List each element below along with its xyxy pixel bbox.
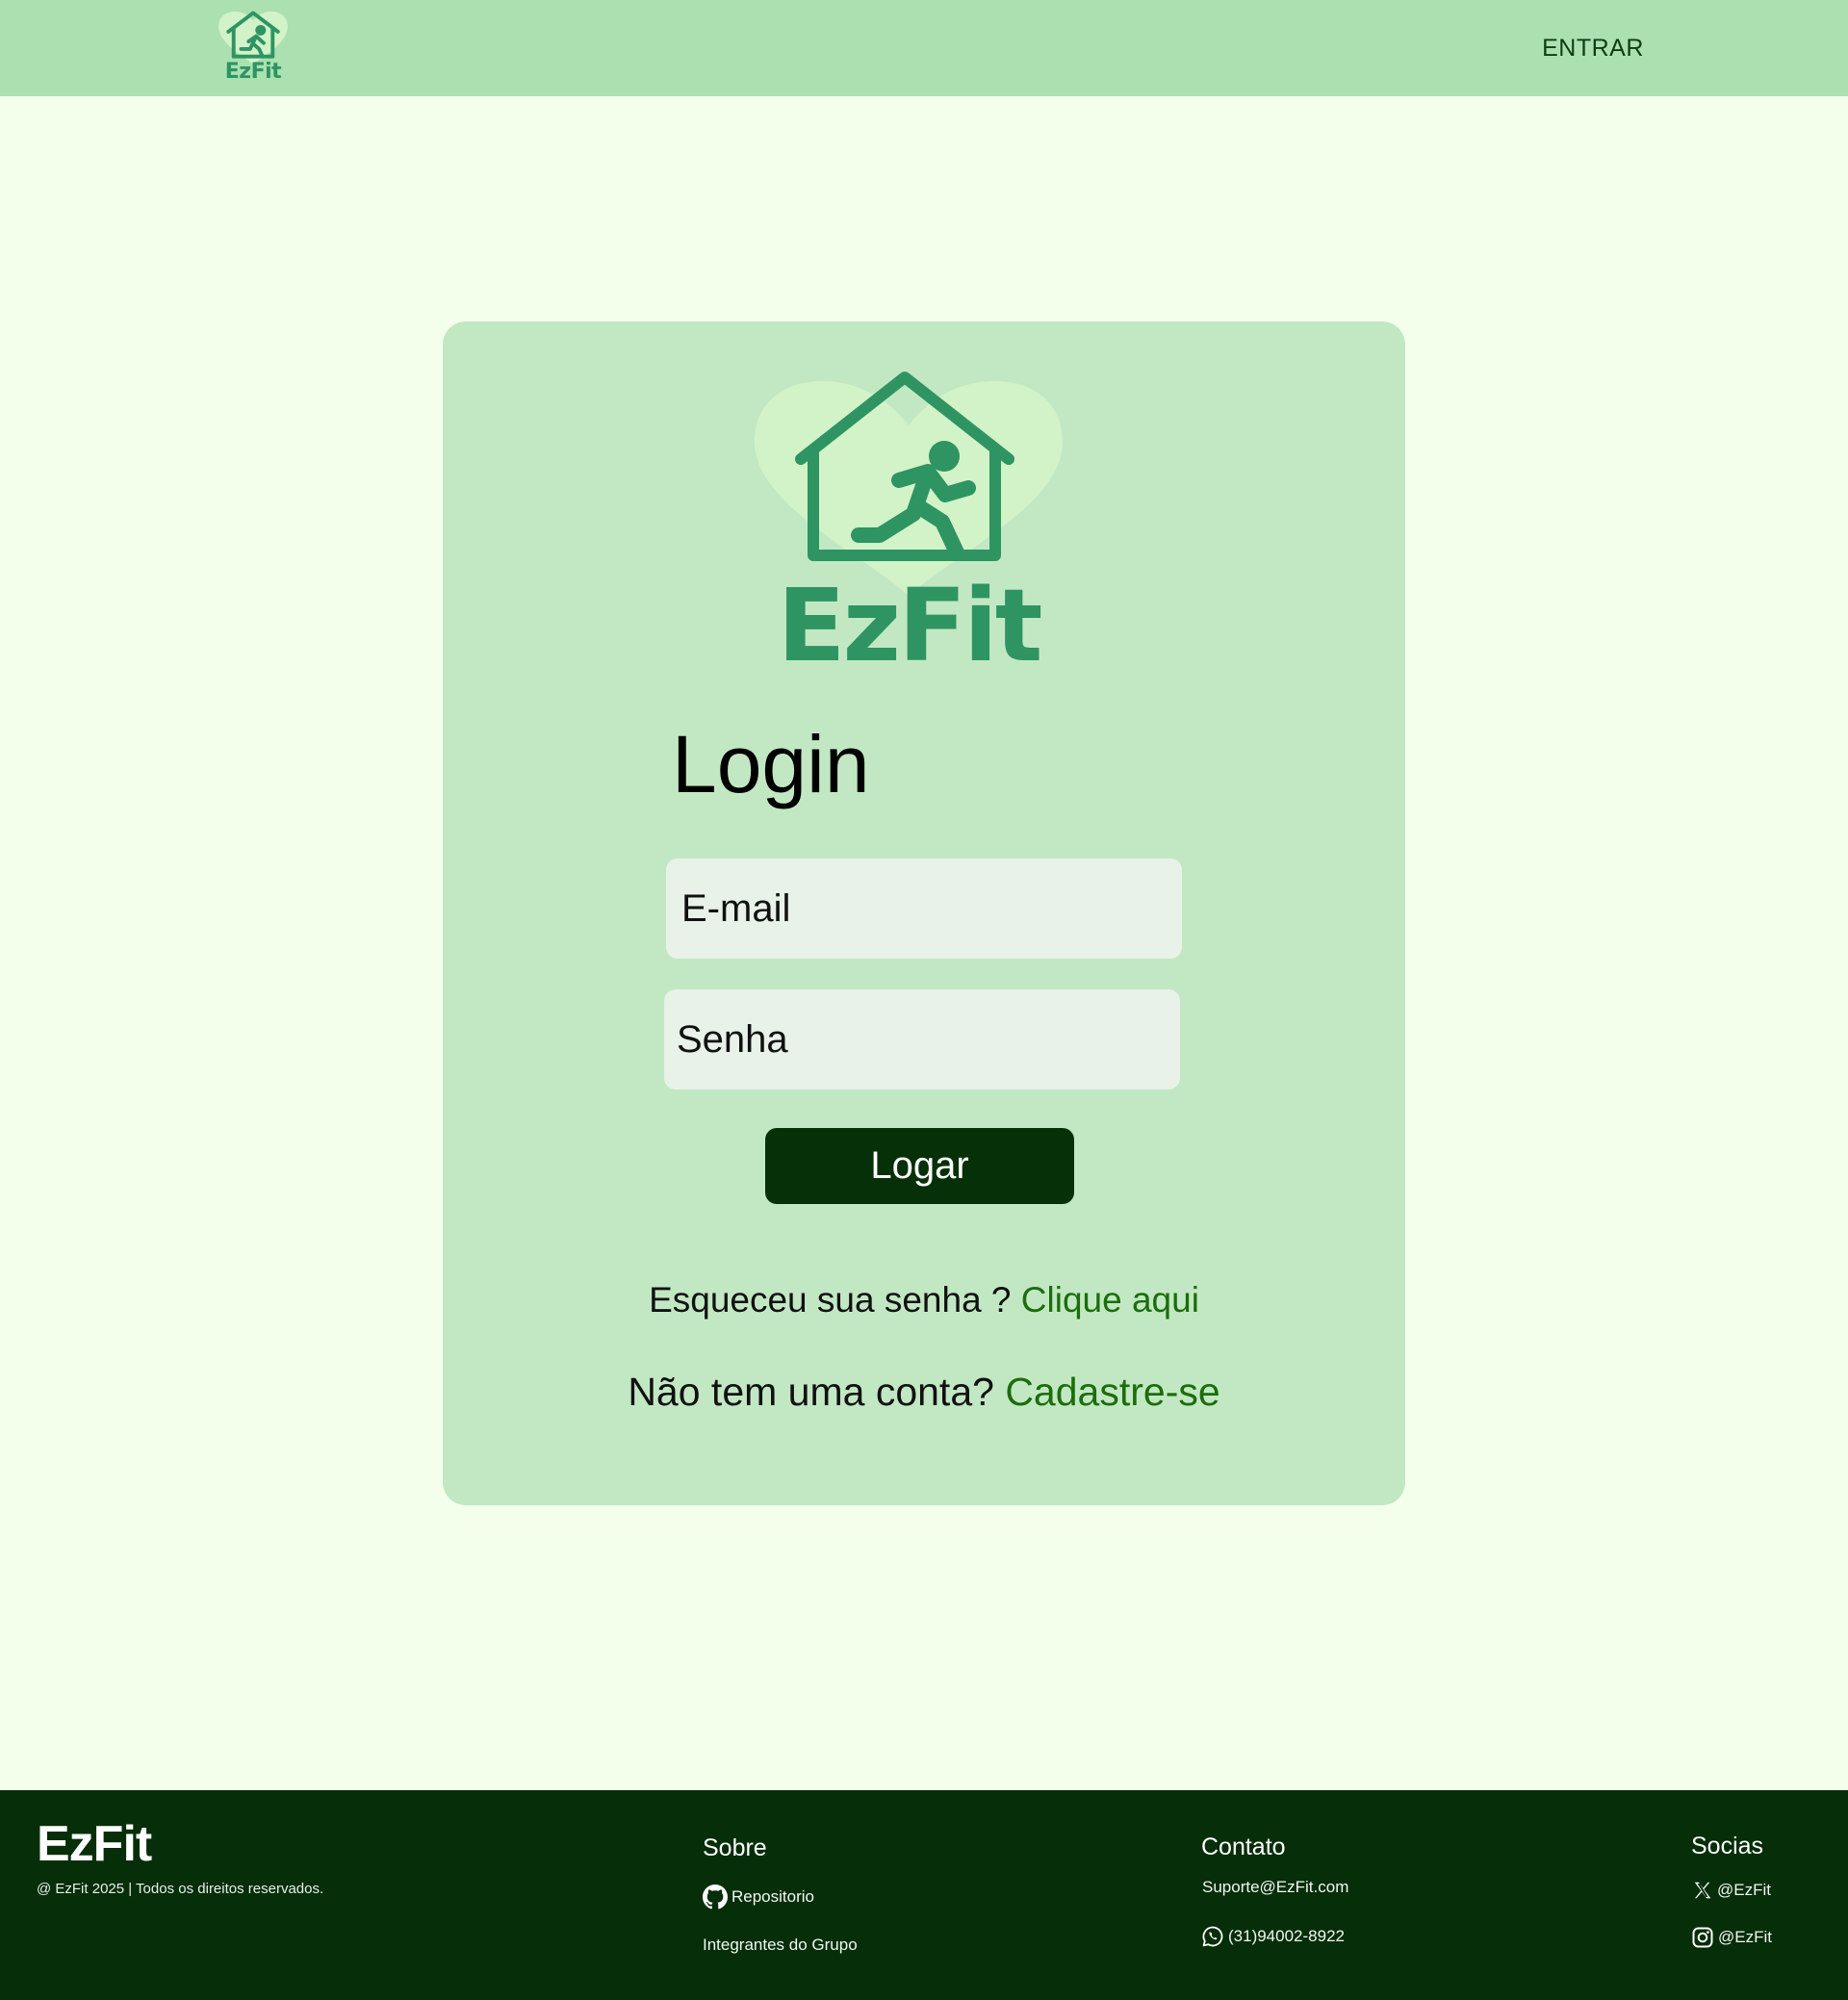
footer-copyright: @ EzFit 2025 | Todos os direitos reserva…: [37, 1881, 324, 1897]
footer: EzFit @ EzFit 2025 | Todos os direitos r…: [0, 1790, 1848, 2000]
x-handle-label: @EzFit: [1717, 1881, 1771, 1899]
whatsapp-icon: [1202, 1926, 1223, 1947]
x-icon: [1694, 1882, 1711, 1899]
support-email-link[interactable]: Suporte@EzFit.com: [1202, 1878, 1348, 1897]
github-icon: [703, 1885, 728, 1910]
login-button[interactable]: Logar: [765, 1128, 1074, 1204]
house-runner-heart-icon: [218, 11, 288, 64]
login-card: EzFit Login Logar Esqueceu sua senha ? C…: [443, 321, 1405, 1505]
page-title: Login: [672, 719, 870, 809]
house-runner-heart-icon: [755, 372, 1063, 596]
brand-logo-text: EzFit: [777, 567, 1043, 684]
signup-text: Não tem uma conta?: [628, 1370, 994, 1414]
phone-link-label: (31)94002-8922: [1228, 1927, 1345, 1945]
footer-heading-contact: Contato: [1201, 1833, 1286, 1860]
x-profile-link[interactable]: @EzFit: [1692, 1880, 1771, 1901]
footer-heading-social: Socias: [1691, 1833, 1764, 1859]
signup-row: Não tem uma conta? Cadastre-se: [443, 1372, 1405, 1412]
footer-brand: EzFit: [37, 1816, 152, 1872]
forgot-password-link[interactable]: Clique aqui: [1021, 1280, 1199, 1320]
email-field[interactable]: [666, 859, 1182, 959]
footer-heading-about: Sobre: [703, 1834, 767, 1861]
forgot-password-text: Esqueceu sua senha ?: [649, 1280, 1012, 1320]
instagram-handle-label: @EzFit: [1718, 1928, 1772, 1946]
enter-link[interactable]: ENTRAR: [1521, 35, 1665, 63]
repository-link[interactable]: Repositorio: [703, 1885, 814, 1910]
instagram-profile-link[interactable]: @EzFit: [1691, 1926, 1772, 1949]
header-logo-text: EzFit: [224, 60, 282, 84]
password-field[interactable]: [664, 989, 1180, 1090]
phone-link[interactable]: (31)94002-8922: [1201, 1925, 1345, 1948]
brand-logo: EzFit: [735, 360, 1082, 678]
forgot-password-row: Esqueceu sua senha ? Clique aqui: [443, 1282, 1405, 1318]
instagram-icon: [1692, 1927, 1713, 1948]
top-navbar: EzFit ENTRAR: [0, 0, 1848, 96]
team-members-link[interactable]: Integrantes do Grupo: [703, 1936, 858, 1955]
signup-link[interactable]: Cadastre-se: [1005, 1370, 1219, 1414]
repository-link-label: Repositorio: [732, 1887, 814, 1906]
header-logo[interactable]: EzFit: [216, 10, 291, 87]
